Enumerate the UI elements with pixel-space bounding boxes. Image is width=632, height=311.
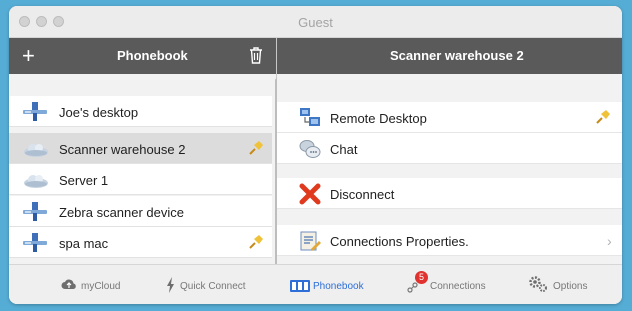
tab-connections-label: Connections: [430, 281, 486, 292]
tab-phonebook[interactable]: Phonebook: [290, 265, 380, 304]
pin-icon: [595, 109, 611, 125]
chat-label: Chat: [330, 142, 358, 157]
remote-desktop-icon: [299, 107, 321, 129]
app-window: Guest + Phonebook Scanner warehouse 2 Jo…: [9, 6, 622, 304]
disconnect-label: Disconnect: [330, 187, 395, 202]
connection-properties-action[interactable]: Connections Properties. ›: [277, 225, 622, 256]
trash-icon[interactable]: [249, 47, 263, 69]
properties-icon: [299, 230, 321, 252]
tab-quick-connect[interactable]: Quick Connect: [166, 265, 266, 304]
chevron-right-icon: ›: [607, 233, 612, 249]
tab-mycloud[interactable]: myCloud: [61, 265, 141, 304]
list-item[interactable]: Server 1: [9, 164, 272, 195]
list-item-label: Scanner warehouse 2: [59, 142, 186, 157]
tab-quick-connect-label: Quick Connect: [180, 281, 246, 292]
connections-count-badge: 5: [415, 271, 428, 284]
tab-options-label: Options: [553, 281, 588, 292]
phonebook-icon: [290, 279, 310, 297]
list-item[interactable]: Joe's desktop: [9, 96, 272, 127]
disconnect-icon: [299, 183, 321, 205]
list-item[interactable]: spa mac: [9, 227, 272, 258]
remote-desktop-action[interactable]: Remote Desktop: [277, 102, 622, 133]
list-item[interactable]: Zebra scanner device: [9, 196, 272, 227]
tab-options[interactable]: Options: [528, 265, 608, 304]
cloud-upload-icon: [61, 277, 77, 296]
computer-icon: [23, 102, 47, 122]
title-bar: Guest: [9, 6, 622, 38]
list-item-label: spa mac: [59, 236, 109, 251]
cloud-icon: [23, 170, 48, 190]
window-title: Guest: [298, 15, 333, 30]
tab-phonebook-label: Phonebook: [313, 281, 364, 292]
gears-icon: [528, 275, 548, 298]
chat-icon: [299, 138, 321, 160]
lightning-icon: [166, 277, 176, 298]
list-item-label: Joe's desktop: [59, 105, 139, 120]
phonebook-title: Phonebook: [117, 48, 188, 63]
tab-connections[interactable]: 5 Connections: [407, 265, 507, 304]
connection-properties-label: Connections Properties.: [330, 234, 469, 249]
cloud-icon: [23, 139, 48, 159]
connection-actions: Remote Desktop Chat Disconnect Connectio…: [277, 74, 622, 264]
pin-icon: [248, 140, 264, 156]
phonebook-list: Joe's desktop Scanner warehouse 2 Server…: [9, 74, 276, 264]
tab-mycloud-label: myCloud: [81, 281, 121, 292]
add-icon[interactable]: +: [22, 43, 35, 69]
phonebook-header: + Phonebook: [9, 38, 276, 74]
disconnect-action[interactable]: Disconnect: [277, 178, 622, 209]
remote-desktop-label: Remote Desktop: [330, 111, 427, 126]
list-item-label: Zebra scanner device: [59, 205, 185, 220]
computer-icon: [23, 233, 47, 253]
detail-header: Scanner warehouse 2: [277, 38, 622, 74]
list-item-label: Server 1: [59, 173, 109, 188]
chat-action[interactable]: Chat: [277, 133, 622, 164]
pin-icon: [248, 234, 264, 250]
detail-title: Scanner warehouse 2: [390, 48, 524, 63]
bottom-tab-bar: myCloud Quick Connect Phonebook 5 Connec…: [9, 264, 622, 304]
list-item[interactable]: Scanner warehouse 2: [9, 133, 272, 164]
computer-icon: [23, 202, 47, 222]
